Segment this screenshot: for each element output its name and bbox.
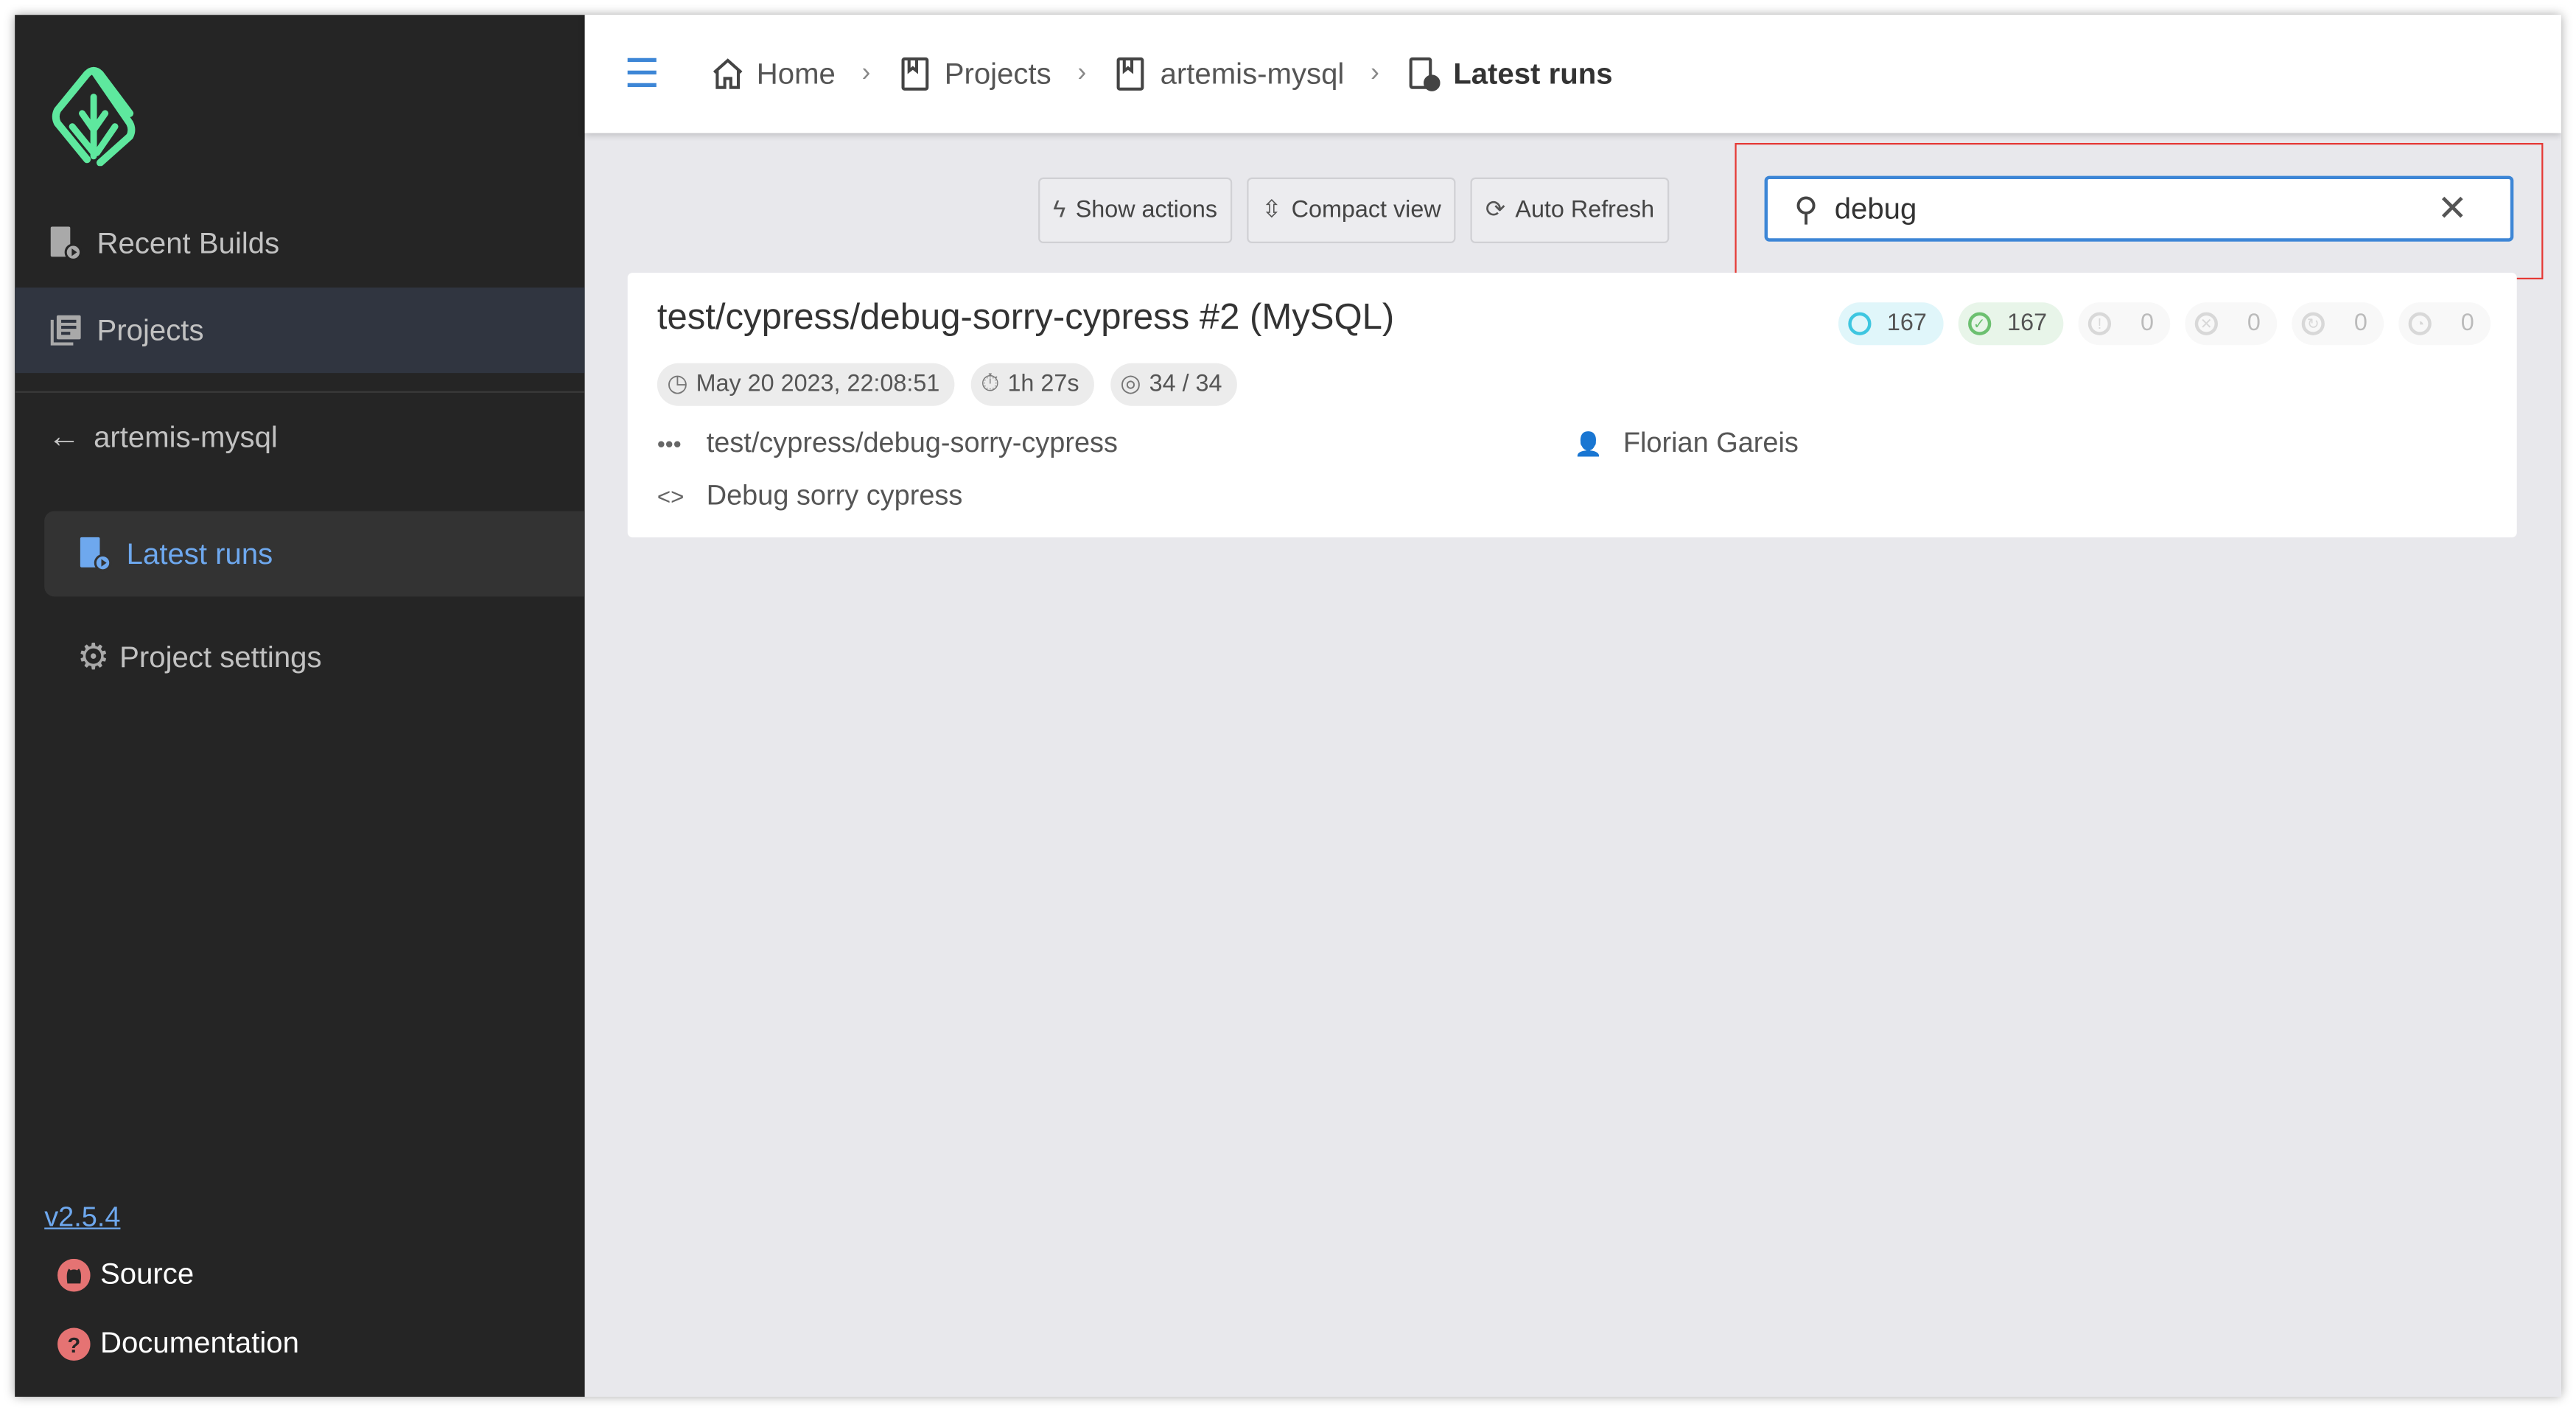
stat-failed: ! 0 — [2078, 302, 2171, 346]
help-icon: ? — [57, 1327, 91, 1360]
button-label: Show actions — [1075, 197, 1217, 224]
run-specs-chip: ◎ 34 / 34 — [1110, 363, 1237, 406]
latest-runs-icon — [80, 537, 112, 572]
run-title[interactable]: test/cypress/debug-sorry-cypress #2 (MyS… — [657, 296, 1394, 338]
failed-icon: ! — [2087, 312, 2112, 335]
code-icon: <> — [657, 483, 685, 510]
branch-icon: ••• — [657, 430, 682, 457]
branch-label: test/cypress/debug-sorry-cypress — [706, 427, 1118, 459]
stat-value: 0 — [2247, 310, 2261, 338]
crumb-label: artemis-mysql — [1160, 56, 1345, 90]
home-icon — [712, 58, 742, 89]
sidebar-item-label: Recent Builds — [97, 226, 280, 259]
sidebar-item-label: Projects — [97, 313, 204, 346]
button-label: Compact view — [1291, 197, 1441, 224]
run-branch: ••• test/cypress/debug-sorry-cypress — [657, 427, 1118, 461]
projects-icon — [50, 315, 81, 346]
refresh-icon: ⟳ — [1485, 197, 1506, 224]
logo-icon[interactable] — [48, 64, 140, 167]
bookmark-icon — [901, 57, 928, 91]
sidebar-item-label: Project settings — [119, 640, 322, 674]
show-actions-button[interactable]: ϟ Show actions — [1038, 177, 1233, 243]
breadcrumb-latest-runs: Latest runs — [1406, 56, 1613, 92]
passed-icon: ✓ — [1967, 312, 1991, 335]
run-specs: 34 / 34 — [1149, 371, 1222, 398]
search-input[interactable] — [1831, 189, 2437, 228]
crumb-label: Latest runs — [1453, 56, 1613, 90]
stat-tests: 167 — [1838, 302, 1944, 346]
main-content: ☰ Home › Projects › artemis-mysql › Late… — [584, 15, 2561, 1397]
github-icon — [57, 1257, 91, 1291]
gear-icon: ⚙ — [77, 635, 110, 677]
clock-icon: ◷ — [667, 371, 688, 398]
run-commit: <> Debug sorry cypress — [657, 480, 962, 513]
documentation-link[interactable]: ? Documentation — [57, 1326, 299, 1361]
timer-icon: ⏱ — [981, 371, 1000, 398]
documentation-label: Documentation — [100, 1326, 299, 1359]
chevron-right-icon: › — [861, 59, 871, 88]
search-icon: ⚲ — [1793, 191, 1819, 228]
arrow-left-icon: ← — [47, 418, 81, 455]
button-label: Auto Refresh — [1515, 197, 1655, 224]
run-author: 👤 Florian Gareis — [1574, 427, 1799, 461]
source-label: Source — [100, 1257, 195, 1291]
run-duration: 1h 27s — [1007, 371, 1079, 398]
breadcrumb-home[interactable]: Home — [709, 56, 836, 92]
compress-icon: ⇳ — [1261, 197, 1282, 224]
svg-text:?: ? — [67, 1333, 80, 1357]
stat-value: 167 — [1886, 310, 1927, 338]
pending-icon: ↻ — [2301, 312, 2325, 335]
stat-value: 0 — [2353, 310, 2367, 338]
run-duration-chip: ⏱ 1h 27s — [970, 363, 1094, 406]
run-date: May 20 2023, 22:08:51 — [696, 371, 940, 398]
clear-search-icon[interactable]: ✕ — [2437, 187, 2468, 230]
crumb-label: Home — [756, 56, 836, 90]
sidebar-item-label: Latest runs — [126, 536, 273, 570]
menu-icon[interactable]: ☰ — [624, 50, 659, 98]
version-link[interactable]: v2.5.4 — [44, 1201, 120, 1235]
stat-pending: ↻ 0 — [2292, 302, 2384, 346]
compact-view-button[interactable]: ⇳ Compact view — [1247, 177, 1456, 243]
search-box: ⚲ ✕ — [1764, 175, 2514, 242]
stat-value: 0 — [2140, 310, 2155, 338]
commit-label: Debug sorry cypress — [706, 480, 963, 512]
sidebar-item-recent-builds[interactable]: Recent Builds — [15, 200, 585, 286]
toolbar: ϟ Show actions ⇳ Compact view ⟳ Auto Refres… — [1038, 177, 1684, 243]
back-to-project-link[interactable]: ← artemis-mysql — [15, 394, 585, 480]
breadcrumb-project[interactable]: artemis-mysql — [1113, 56, 1344, 92]
back-label: artemis-mysql — [94, 419, 278, 453]
user-icon: 👤 — [1573, 430, 1603, 456]
source-link[interactable]: Source — [57, 1257, 194, 1292]
auto-refresh-button[interactable]: ⟳ Auto Refresh — [1470, 177, 1670, 243]
stat-value: 0 — [2460, 310, 2474, 338]
chevron-right-icon: › — [1077, 59, 1087, 88]
bookmark-icon — [1117, 57, 1144, 91]
run-date-chip: ◷ May 20 2023, 22:08:51 — [657, 363, 955, 406]
stat-skipped: ✕ 0 — [2185, 302, 2278, 346]
stat-value: 167 — [2007, 310, 2048, 338]
skipped-icon: ✕ — [2194, 312, 2218, 335]
author-label: Florian Gareis — [1623, 427, 1799, 459]
chevron-right-icon: › — [1371, 59, 1379, 88]
stat-flaky: ◔ 0 — [2398, 302, 2491, 346]
breadcrumb-projects[interactable]: Projects — [897, 56, 1051, 92]
latest-runs-icon — [1408, 57, 1440, 91]
stat-passed: ✓ 167 — [1958, 302, 2064, 346]
lightning-icon: ϟ — [1053, 197, 1066, 224]
recent-builds-icon — [50, 226, 83, 261]
sidebar-item-projects[interactable]: Projects — [15, 287, 585, 374]
sidebar-item-project-settings[interactable]: ⚙ Project settings — [44, 615, 585, 700]
search-highlight: ⚲ ✕ — [1735, 142, 2544, 280]
sidebar: Recent Builds Projects ← artemis-mysql L… — [15, 15, 585, 1397]
flaky-icon: ◔ — [2408, 312, 2432, 335]
run-card[interactable]: test/cypress/debug-sorry-cypress #2 (MyS… — [627, 273, 2517, 538]
tests-icon — [1847, 312, 1871, 335]
run-stats: 167 ✓ 167! 0 ✕ 0 ↻ 0 ◔ 0 — [1823, 302, 2491, 346]
sidebar-item-latest-runs[interactable]: Latest runs — [44, 511, 585, 597]
breadcrumb: ☰ Home › Projects › artemis-mysql › Late… — [584, 15, 2561, 133]
target-icon: ◎ — [1120, 371, 1141, 398]
crumb-label: Projects — [944, 56, 1051, 90]
divider — [15, 391, 585, 393]
